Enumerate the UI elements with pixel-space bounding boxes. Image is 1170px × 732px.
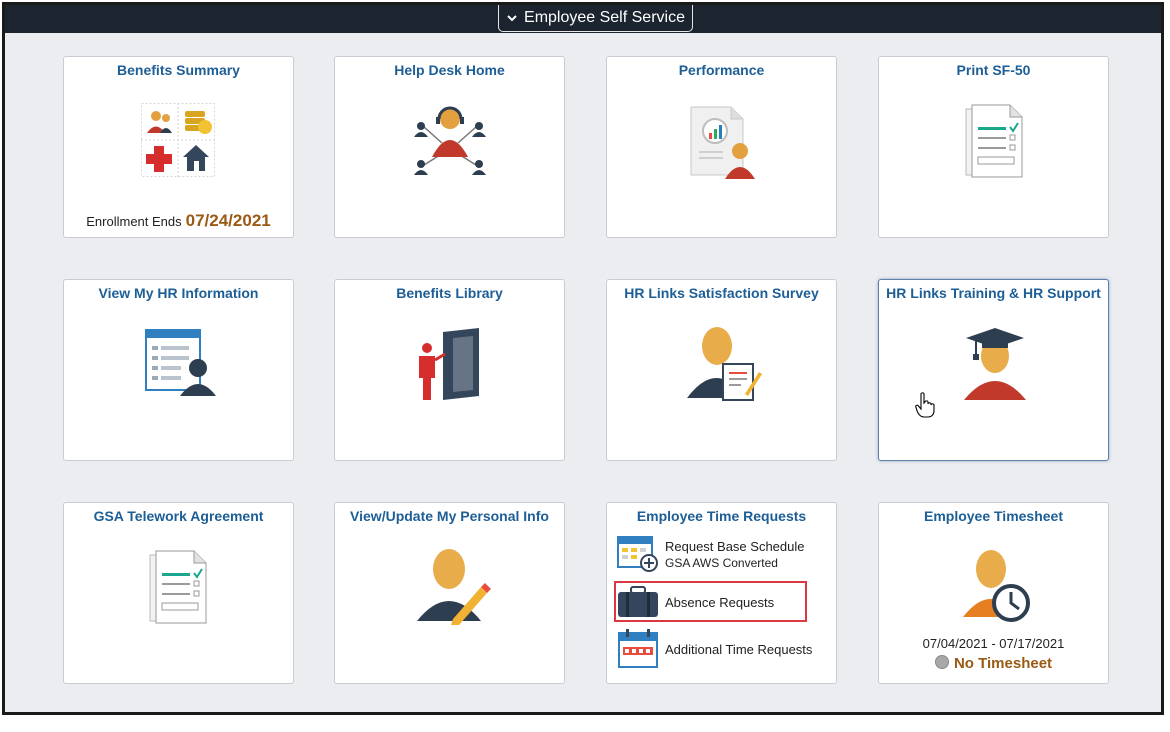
calendar-icon <box>618 629 658 668</box>
additional-time-requests-link[interactable]: Additional Time Requests <box>617 629 812 669</box>
tile-view-my-hr-information[interactable]: View My HR Information <box>63 279 294 461</box>
timesheet-status-text: No Timesheet <box>953 655 1053 672</box>
presenter-door-icon <box>419 328 479 400</box>
enrollment-label: Enrollment Ends <box>86 214 182 229</box>
tile-benefits-summary[interactable]: Benefits Summary Enrollment Ends 07/24/20… <box>63 56 294 238</box>
help-desk-icon <box>414 106 486 175</box>
tile-title: HR Links Satisfaction Survey <box>624 285 819 301</box>
page-frame: Employee Self Service Benefits Summary E… <box>2 2 1164 715</box>
hr-profile-icon <box>145 329 216 396</box>
tile-view-update-personal-info[interactable]: View/Update My Personal Info <box>334 502 565 684</box>
request-base-schedule-sublabel: GSA AWS Converted <box>665 556 778 570</box>
performance-report-icon <box>690 106 755 179</box>
tile-title: GSA Telework Agreement <box>93 508 264 524</box>
request-base-schedule-label: Request Base Schedule <box>665 539 805 554</box>
tile-print-sf50[interactable]: Print SF-50 <box>878 56 1109 238</box>
tile-title: Help Desk Home <box>394 62 505 78</box>
tile-hr-links-satisfaction-survey[interactable]: HR Links Satisfaction Survey <box>606 279 837 461</box>
tile-title: Performance <box>678 62 765 78</box>
status-dot-icon <box>934 655 949 669</box>
additional-time-requests-label: Additional Time Requests <box>665 641 813 657</box>
request-base-schedule-link[interactable]: Request Base Schedule GSA AWS Converted <box>617 536 804 572</box>
absence-requests-link[interactable]: Absence Requests <box>617 586 774 618</box>
tile-title: Employee Timesheet <box>923 508 1064 524</box>
timesheet-period: 07/04/2021 - 07/17/2021 <box>922 636 1065 651</box>
hand-cursor-icon <box>915 392 935 418</box>
tile-title: Benefits Summary <box>117 62 240 78</box>
absence-requests-label: Absence Requests <box>665 594 775 610</box>
tile-hr-links-training-hr-support[interactable]: HR Links Training & HR Support <box>878 279 1109 461</box>
tile-title: Employee Time Requests <box>636 508 807 524</box>
tile-help-desk-home[interactable]: Help Desk Home <box>334 56 565 238</box>
timesheet-status: No Timesheet <box>879 655 1108 672</box>
survey-person-icon <box>687 327 762 401</box>
homepage-title: Employee Self Service <box>524 9 685 26</box>
chevron-down-icon <box>507 15 517 22</box>
tile-benefits-library[interactable]: Benefits Library <box>334 279 565 461</box>
calendar-add-icon <box>617 536 658 572</box>
benefits-grid-icon <box>141 103 215 177</box>
tile-title: View My HR Information <box>98 285 259 301</box>
enrollment-info: Enrollment Ends 07/24/2021 <box>64 211 293 231</box>
tile-title: Print SF-50 <box>956 62 1031 78</box>
homepage-selector[interactable]: Employee Self Service <box>498 5 693 32</box>
edit-person-icon <box>417 549 491 625</box>
enrollment-date: 07/24/2021 <box>185 211 271 230</box>
document-checklist-icon <box>965 104 1023 178</box>
tile-employee-timesheet[interactable]: Employee Timesheet 07/04/2021 - 07/17/20… <box>878 502 1109 684</box>
briefcase-icon <box>618 586 658 617</box>
tile-title: View/Update My Personal Info <box>350 508 549 524</box>
tile-employee-time-requests[interactable]: Employee Time Requests Request Base Sche… <box>606 502 837 684</box>
tile-performance[interactable]: Performance <box>606 56 837 238</box>
graduate-icon <box>964 328 1026 400</box>
tile-title: Benefits Library <box>396 285 503 301</box>
tile-title: HR Links Training & HR Support <box>886 285 1101 301</box>
person-clock-icon <box>963 550 1030 622</box>
tile-gsa-telework-agreement[interactable]: GSA Telework Agreement <box>63 502 294 684</box>
document-checklist-icon <box>149 550 207 624</box>
